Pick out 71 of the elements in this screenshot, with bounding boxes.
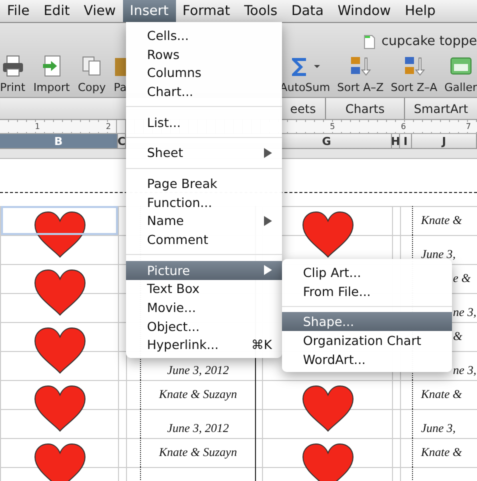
cell-text: June 3, 2012 [167,364,229,377]
cell-text: Knate & Suzayn [159,388,237,401]
document-title: cupcake toppe [381,34,477,49]
menu-title[interactable]: View [76,0,123,22]
column-header[interactable]: I [400,134,412,148]
heart-drawing [32,443,86,481]
menu-title[interactable]: Window [330,0,398,22]
menu-item[interactable]: Function... [126,192,282,212]
printer-icon [0,54,25,78]
ribbon-tab[interactable]: SmartArt [404,98,477,119]
toolbar-button[interactable]: Pa [114,54,127,94]
heart-drawing [300,443,354,481]
cell-text: e & [453,272,471,285]
menu-item[interactable]: Organization Chart [282,331,452,350]
cell-text: ne 3, [453,364,476,377]
menu-title[interactable]: Help [398,0,443,22]
menu-item[interactable]: Movie... [126,298,282,317]
menu-item[interactable]: Hyperlink... ⌘K [126,336,282,354]
toolbar-button[interactable]: Copy [78,54,106,94]
selected-cell[interactable] [1,206,118,235]
document-icon [364,35,376,49]
menu-item[interactable]: Name [126,212,282,230]
ribbon-tab[interactable]: Charts [325,98,404,119]
menu-item[interactable]: Clip Art... [282,263,452,282]
cell-text: Knate & [421,214,462,227]
toolbar-button[interactable]: Print [0,54,26,94]
cell-text: June 3, [421,248,456,261]
submenu-arrow-icon [264,265,272,276]
menu-item[interactable]: Text Box [126,280,282,298]
menu-item[interactable]: Object... [126,316,282,336]
menu-item[interactable]: Cells... [126,26,282,45]
column-header[interactable]: H [392,134,400,148]
menu-title[interactable]: Edit [36,0,77,22]
submenu-arrow-icon [264,216,272,226]
toolbar-button[interactable]: Sort A–Z [337,54,384,94]
heart-drawing [32,385,86,433]
menu-title[interactable]: Format [176,0,238,22]
sort-descending-icon [402,54,426,78]
menu-item[interactable]: Chart... [126,82,282,101]
cell-text: Knate & [421,446,462,459]
heart-drawing [32,211,86,259]
cell-text: June 3, 2012 [167,422,229,435]
heart-drawing [32,269,86,317]
menu-item[interactable]: Picture [126,260,282,280]
cell-text: June 3, [421,422,456,435]
column-header[interactable]: J [412,134,477,148]
column-header[interactable]: B [0,134,118,148]
sort-ascending-icon [348,54,372,78]
toolbar-button[interactable]: Sort Z–A [390,54,438,94]
cell-text: Knate & Suzayn [159,446,237,459]
cell-text: & [453,330,462,343]
menu-item[interactable]: Shape... [282,312,452,332]
heart-drawing [300,211,354,259]
menu-item[interactable]: Page Break [126,174,282,193]
toolbar-button[interactable]: AutoSum [280,54,330,94]
cell-text: ne 3, [453,306,476,319]
submenu-arrow-icon [264,148,272,158]
menu-item[interactable]: WordArt... [282,350,452,368]
menu-item[interactable]: From File... [282,282,452,300]
heart-drawing [32,327,86,375]
heart-drawing [300,385,354,433]
menu-item[interactable]: Rows [126,44,282,64]
toolbar-button[interactable]: Galler [444,54,477,94]
menu-title[interactable]: Data [284,0,331,22]
toolbar-button[interactable]: Import [33,54,70,94]
menu-item[interactable]: Columns [126,63,282,82]
menu-title[interactable]: File [0,0,37,22]
menu-title[interactable]: Insert [122,0,176,22]
menu-item[interactable]: Comment [126,230,282,249]
cell-text: Knate & [421,388,462,401]
menu-title[interactable]: Tools [237,0,284,22]
